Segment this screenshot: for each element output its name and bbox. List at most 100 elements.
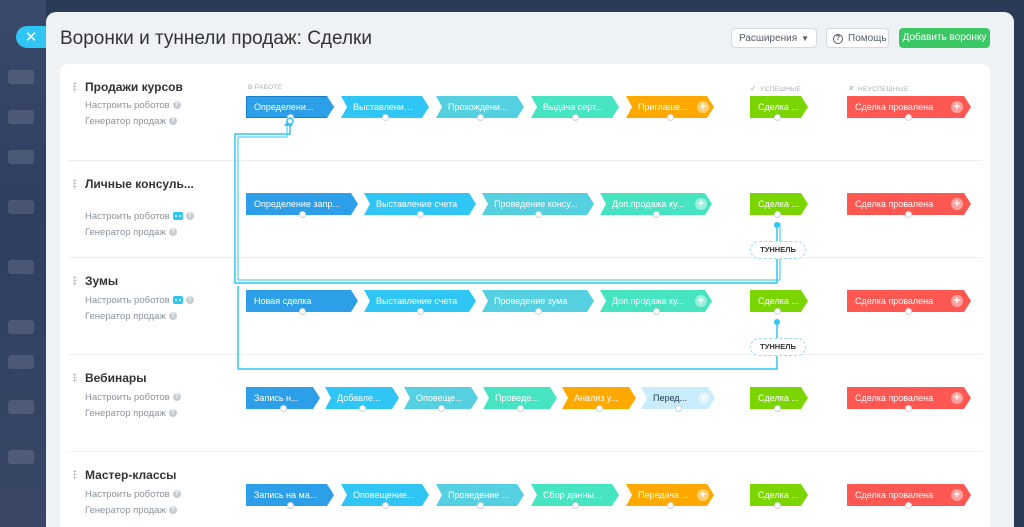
funnel-name[interactable]: Вебинары [85,371,146,385]
drag-handle-icon[interactable] [73,373,77,383]
funnel-row: Зумы Настроить роботов? Генератор продаж? Н… [60,258,990,355]
help-hint-icon[interactable]: ? [168,312,177,321]
funnel-name[interactable]: Личные консуль... [85,177,194,191]
tunnel-badge[interactable]: ТУННЕЛЬ [750,338,806,356]
stage-connector-dot[interactable] [287,502,294,509]
add-stage-icon[interactable]: + [695,295,707,307]
tunnel-badge[interactable]: ТУННЕЛЬ [750,241,806,259]
stage-connector-dot[interactable] [382,114,389,121]
drag-handle-icon[interactable] [73,276,77,286]
stage-connector-dot[interactable] [653,211,660,218]
help-hint-icon[interactable]: ? [172,490,181,499]
stage-connector-dot[interactable] [653,308,660,315]
stage-connector-dot[interactable] [477,114,484,121]
stage-connector-dot[interactable] [382,502,389,509]
stage-connector-dot[interactable] [535,211,542,218]
add-stage-icon[interactable]: + [951,101,963,113]
configure-robots-link[interactable]: Настроить роботов? [85,392,181,403]
configure-robots-label: Настроить роботов [85,295,170,306]
stage-connector-dot[interactable] [774,211,781,218]
sales-generator-link[interactable]: Генератор продаж? [85,227,177,238]
sales-generator-link[interactable]: Генератор продаж? [85,505,177,516]
stage-connector-dot[interactable] [417,308,424,315]
stage-connector-dot[interactable] [477,502,484,509]
drag-handle-icon[interactable] [73,470,77,480]
configure-robots-label: Настроить роботов [85,211,170,222]
funnel-name[interactable]: Продажи курсов [85,80,183,94]
help-hint-icon[interactable]: ? [185,296,194,305]
configure-robots-label: Настроить роботов [85,100,170,111]
stage-connector-dot[interactable] [572,502,579,509]
stage-connector-dot[interactable] [774,405,781,412]
configure-robots-label: Настроить роботов [85,489,170,500]
stage-connector-dot[interactable] [905,211,912,218]
funnel-row: Вебинары Настроить роботов? Генератор прод… [60,355,990,452]
sales-generator-link[interactable]: Генератор продаж? [85,116,177,127]
add-stage-icon[interactable]: + [951,489,963,501]
stage-connector-dot[interactable] [287,114,294,121]
help-button[interactable]: ? Помощь [826,28,889,48]
stage-label: Оповещение... [353,490,415,500]
stage-label: Проведе... [495,393,539,403]
stage-connector-dot[interactable] [517,405,524,412]
add-stage-icon[interactable]: + [697,101,709,113]
stage-connector-dot[interactable] [667,502,674,509]
robot-icon [172,212,183,221]
stage-connector-dot[interactable] [572,114,579,121]
stage-connector-dot[interactable] [774,502,781,509]
funnels-panel: Воронки и туннели продаж: Сделки Расшире… [46,12,1014,527]
help-hint-icon[interactable]: ? [168,409,177,418]
stage-connector-dot[interactable] [905,114,912,121]
add-stage-icon[interactable]: + [698,392,710,404]
stage-connector-dot[interactable] [299,308,306,315]
stage-connector-dot[interactable] [905,502,912,509]
sales-generator-link[interactable]: Генератор продаж? [85,408,177,419]
stage-connector-dot[interactable] [675,405,682,412]
panel-header: Воронки и туннели продаж: Сделки Расшире… [46,12,1014,64]
funnels-board: В РАБОТЕ ✓ УСПЕШНЫЕ ✕ НЕУСПЕШНЫЕ Продажи к… [60,64,990,527]
help-hint-icon[interactable]: ? [168,228,177,237]
stage-connector-dot[interactable] [905,405,912,412]
stage-connector-dot[interactable] [774,114,781,121]
stage-connector-dot[interactable] [667,114,674,121]
stage-label: Проведение консу... [494,199,578,209]
configure-robots-link[interactable]: Настроить роботов? [85,100,181,111]
stage-connector-dot[interactable] [774,308,781,315]
drag-handle-icon[interactable] [73,179,77,189]
stage-connector-dot[interactable] [905,308,912,315]
configure-robots-link[interactable]: Настроить роботов? [85,211,194,222]
stage-connector-dot[interactable] [535,308,542,315]
close-slider-button[interactable]: ✕ [16,26,46,48]
add-funnel-button[interactable]: Добавить воронку [899,28,990,48]
funnel-name[interactable]: Мастер-классы [85,468,176,482]
stage-connector-dot[interactable] [417,211,424,218]
extensions-dropdown[interactable]: Расширения ▼ [731,28,817,48]
stage-connector-dot[interactable] [438,405,445,412]
add-stage-icon[interactable]: + [695,198,707,210]
sales-generator-label: Генератор продаж [85,505,166,516]
add-stage-icon[interactable]: + [951,295,963,307]
stage-label: Оповеще... [416,393,463,403]
stage-label: Сбор данных... [543,490,606,500]
add-stage-icon[interactable]: + [697,489,709,501]
stage-connector-dot[interactable] [359,405,366,412]
help-icon: ? [833,34,843,44]
stage-connector-dot[interactable] [596,405,603,412]
help-hint-icon[interactable]: ? [172,393,181,402]
configure-robots-label: Настроить роботов [85,392,170,403]
configure-robots-link[interactable]: Настроить роботов? [85,295,194,306]
configure-robots-link[interactable]: Настроить роботов? [85,489,181,500]
help-hint-icon[interactable]: ? [168,117,177,126]
sales-generator-link[interactable]: Генератор продаж? [85,311,177,322]
stage-connector-dot[interactable] [280,405,287,412]
funnel-name[interactable]: Зумы [85,274,118,288]
help-hint-icon[interactable]: ? [185,212,194,221]
add-stage-icon[interactable]: + [951,392,963,404]
help-hint-icon[interactable]: ? [172,101,181,110]
success-stage-label: Сделка ... [758,199,799,209]
add-stage-icon[interactable]: + [951,198,963,210]
drag-handle-icon[interactable] [73,82,77,92]
stage-connector-dot[interactable] [299,211,306,218]
help-hint-icon[interactable]: ? [168,506,177,515]
stage-label: Добавле... [337,393,381,403]
